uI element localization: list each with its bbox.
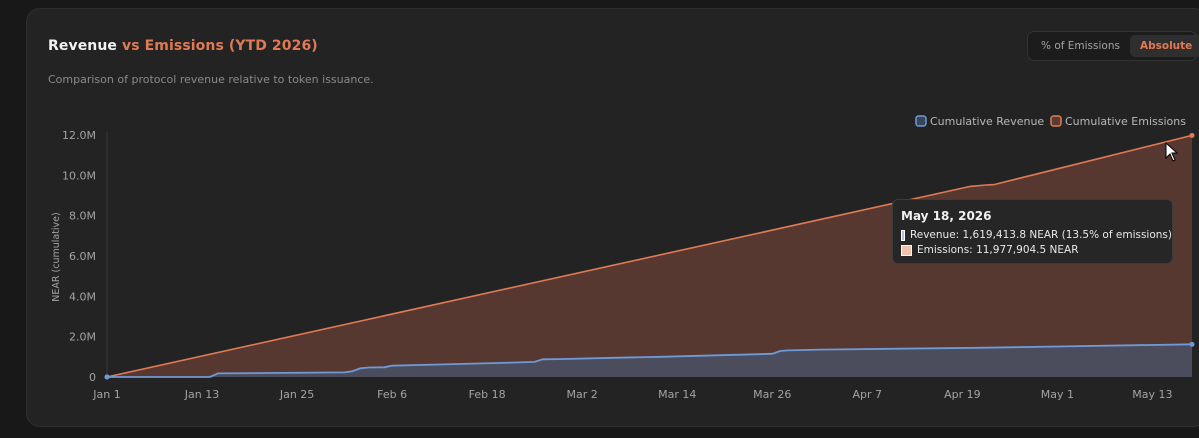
tooltip-revenue-swatch [901,229,905,241]
y-tick-label: 6.0M [69,250,96,263]
x-tick-label: Jan 25 [279,388,314,401]
y-tick-label: 0 [89,371,96,384]
revenue-start-point [104,374,110,380]
tooltip-emissions-row: Emissions: 11,977,904.5 NEAR [901,244,1172,256]
legend-cumulative-emissions-swatch [1050,115,1062,127]
legend-cumulative-revenue-label: Cumulative Revenue [930,115,1044,128]
revenue-end-point [1189,341,1195,347]
x-tick-label: Feb 6 [377,388,407,401]
tooltip-emissions-text: Emissions: 11,977,904.5 NEAR [917,244,1079,256]
tooltip-date: May 18, 2026 [901,209,992,223]
tooltip-emissions-swatch [901,244,912,256]
y-tick-label: 10.0M [62,169,96,182]
x-tick-label: May 1 [1041,388,1074,401]
y-tick-label: 12.0M [62,129,96,142]
y-tick-label: 4.0M [69,290,96,303]
x-tick-label: Apr 19 [944,388,981,401]
x-tick-label: Jan 1 [92,388,120,401]
tooltip-revenue-row: Revenue: 1,619,413.8 NEAR (13.5% of emis… [901,229,1172,241]
x-tick-label: May 13 [1132,388,1172,401]
x-tick-label: Apr 7 [853,388,883,401]
legend-cumulative-emissions-label: Cumulative Emissions [1065,115,1186,128]
y-tick-label: 8.0M [69,210,96,223]
y-axis-label: NEAR (cumulative) [51,212,62,301]
mouse-cursor-icon [1165,142,1179,162]
x-tick-label: Mar 2 [567,388,598,401]
y-tick-label: 2.0M [69,331,96,344]
x-tick-label: Jan 13 [184,388,219,401]
x-tick-label: Feb 18 [469,388,506,401]
legend-cumulative-revenue-swatch [915,115,927,127]
x-tick-label: Mar 14 [658,388,696,401]
emissions-end-point [1189,132,1195,138]
tooltip-revenue-text: Revenue: 1,619,413.8 NEAR (13.5% of emis… [909,229,1172,241]
x-tick-label: Mar 26 [753,388,791,401]
chart-tooltip: May 18, 2026 Revenue: 1,619,413.8 NEAR (… [892,199,1173,264]
